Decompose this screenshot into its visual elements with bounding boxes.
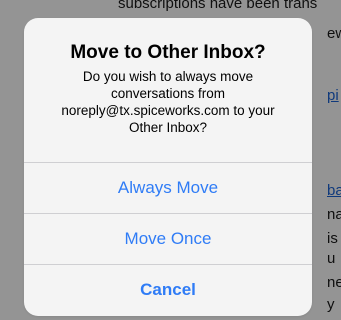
cancel-button[interactable]: Cancel bbox=[24, 264, 312, 315]
move-once-button[interactable]: Move Once bbox=[24, 213, 312, 264]
move-inbox-alert: Move to Other Inbox? Do you wish to alwa… bbox=[24, 18, 312, 316]
always-move-button[interactable]: Always Move bbox=[24, 162, 312, 213]
alert-message-line: Do you wish to always move bbox=[82, 69, 254, 84]
alert-title: Move to Other Inbox? bbox=[70, 42, 266, 63]
alert-message-line: conversations from bbox=[110, 86, 226, 101]
alert-body: Move to Other Inbox? Do you wish to alwa… bbox=[24, 18, 312, 162]
alert-message-line: noreply@tx.spiceworks.com to your bbox=[61, 103, 275, 118]
alert-message: Do you wish to always move conversations… bbox=[36, 68, 300, 136]
alert-message-line: Other Inbox? bbox=[128, 120, 208, 135]
